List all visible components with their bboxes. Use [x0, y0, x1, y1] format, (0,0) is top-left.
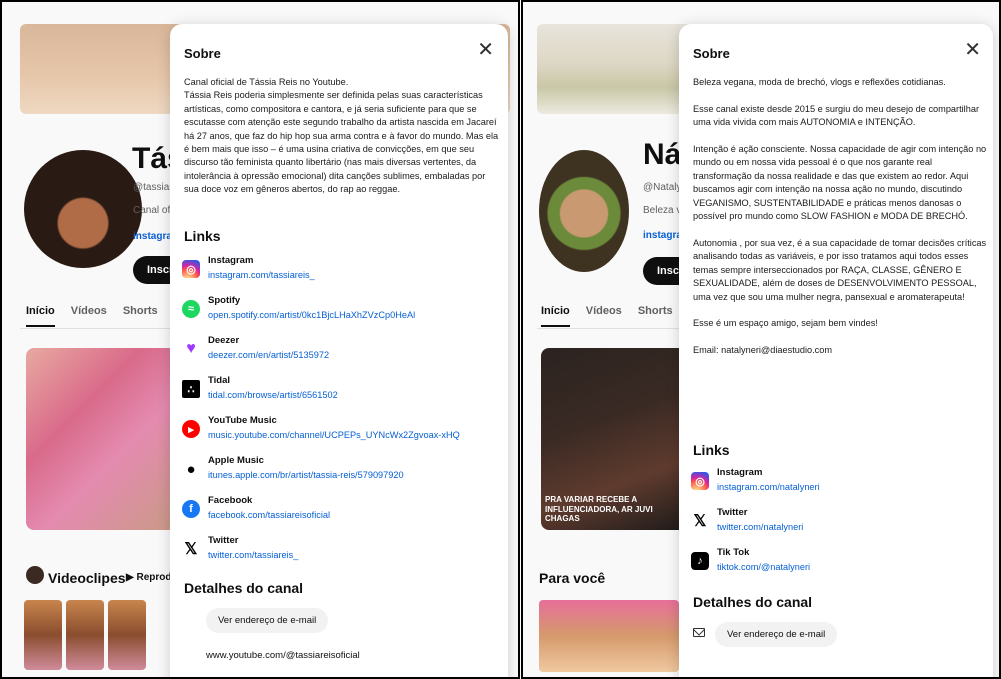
link-url[interactable]: instagram.com/tassiareis_ [208, 267, 315, 283]
link-name: Apple Music [208, 455, 264, 466]
x-twitter-icon: 𝕏 [184, 541, 198, 558]
video-thumbnails [539, 600, 679, 672]
dialog-title: Sobre [693, 46, 730, 61]
video-thumbnails [24, 600, 146, 670]
link-name: Twitter [208, 535, 239, 546]
links-heading: Links [184, 228, 221, 244]
facebook-icon: f [182, 500, 200, 518]
link-item-instagram[interactable]: ◎ Instagram instagram.com/natalyneri [691, 466, 820, 506]
section-title: Videoclipes [48, 570, 126, 586]
link-url[interactable]: itunes.apple.com/br/artist/tassia-reis/5… [208, 467, 404, 483]
channel-tabs: Início Vídeos Shorts Ao [26, 305, 188, 327]
instagram-icon: ◎ [691, 472, 709, 490]
link-name: Twitter [717, 507, 748, 518]
link-name: Instagram [208, 255, 254, 266]
close-icon[interactable]: ✕ [964, 40, 981, 60]
spotify-icon: ≈ [182, 300, 200, 318]
link-item-youtube-music[interactable]: ▸ YouTube Music music.youtube.com/channe… [182, 414, 460, 454]
channel-description-preview[interactable]: Canal ofi [133, 205, 172, 216]
video-thumbnail[interactable] [108, 600, 146, 670]
tab-home[interactable]: Início [541, 305, 570, 327]
link-name: Deezer [208, 335, 240, 346]
tab-shorts[interactable]: Shorts [123, 305, 158, 327]
apple-icon: ● [186, 460, 196, 478]
link-url[interactable]: music.youtube.com/channel/UCPEPs_UYNcWx2… [208, 427, 460, 443]
channel-about-description: Beleza vegana, moda de brechó, vlogs e r… [693, 77, 987, 356]
links-heading: Links [693, 442, 730, 458]
right-screenshot-panel: Nát @NatalyN Beleza ve instagram Inscrev… [521, 0, 1001, 679]
tab-videos[interactable]: Vídeos [586, 305, 622, 327]
view-email-button[interactable]: Ver endereço de e-mail [206, 608, 329, 633]
channel-details-heading: Detalhes do canal [184, 580, 304, 596]
link-name: Tik Tok [717, 547, 750, 558]
youtube-music-icon: ▸ [182, 420, 200, 438]
link-name: Tidal [208, 375, 230, 386]
link-url[interactable]: deezer.com/en/artist/5135972 [208, 347, 329, 363]
link-item-twitter[interactable]: 𝕏 Twitter twitter.com/tassiareis_ [182, 534, 460, 574]
tabs-divider [20, 328, 180, 329]
x-twitter-icon: 𝕏 [693, 513, 707, 530]
links-list: ◎ Instagram instagram.com/tassiareis_ ≈ … [182, 254, 460, 574]
section-avatar [26, 566, 44, 584]
tab-videos[interactable]: Vídeos [71, 305, 107, 327]
link-url[interactable]: facebook.com/tassiareisoficial [208, 507, 330, 523]
tab-shorts[interactable]: Shorts [638, 305, 673, 327]
instagram-icon: ◎ [182, 260, 200, 278]
link-url[interactable]: open.spotify.com/artist/0kc1BjcLHaXhZVzC… [208, 307, 415, 323]
channel-avatar[interactable] [539, 150, 629, 272]
link-item-deezer[interactable]: ♥ Deezer deezer.com/en/artist/5135972 [182, 334, 460, 374]
video-thumbnail[interactable] [539, 600, 679, 672]
link-item-spotify[interactable]: ≈ Spotify open.spotify.com/artist/0kc1Bj… [182, 294, 460, 334]
view-email-button[interactable]: Ver endereço de e-mail [715, 622, 838, 647]
tiktok-icon: ♪ [691, 552, 709, 570]
mail-icon [693, 628, 705, 637]
dialog-title: Sobre [184, 46, 221, 61]
link-name: Spotify [208, 295, 241, 306]
link-url[interactable]: twitter.com/natalyneri [717, 519, 803, 535]
video-caption: PRA VARIAR RECEBE A INFLUENCIADORA, AR J… [545, 495, 653, 524]
link-item-twitter[interactable]: 𝕏 Twitter twitter.com/natalyneri [691, 506, 820, 546]
tabs-divider [537, 328, 687, 329]
link-name: Facebook [208, 495, 253, 506]
left-screenshot-panel: Tás @tassiare Canal ofi instagram Inscre… [0, 0, 520, 679]
link-url[interactable]: tidal.com/browse/artist/6561502 [208, 387, 338, 403]
featured-video[interactable]: PRA VARIAR RECEBE A INFLUENCIADORA, AR J… [541, 348, 689, 530]
link-item-facebook[interactable]: f Facebook facebook.com/tassiareisoficia… [182, 494, 460, 534]
about-dialog: Sobre ✕ Canal oficial de Tássia Reis no … [170, 24, 508, 677]
link-item-instagram[interactable]: ◎ Instagram instagram.com/tassiareis_ [182, 254, 460, 294]
channel-details-heading: Detalhes do canal [693, 594, 813, 610]
video-thumbnail[interactable] [66, 600, 104, 670]
video-thumbnail[interactable] [24, 600, 62, 670]
link-item-tidal[interactable]: ∴ Tidal tidal.com/browse/artist/6561502 [182, 374, 460, 414]
channel-about-description: Canal oficial de Tássia Reis no Youtube.… [184, 77, 499, 195]
about-dialog: Sobre ✕ Beleza vegana, moda de brechó, v… [679, 24, 993, 677]
link-name: Instagram [717, 467, 763, 478]
link-url[interactable]: instagram.com/natalyneri [717, 479, 820, 495]
section-title: Para você [539, 570, 606, 586]
channel-url[interactable]: www.youtube.com/@tassiareisoficial [206, 650, 360, 661]
featured-video[interactable] [26, 348, 176, 530]
channel-avatar[interactable] [24, 150, 142, 268]
deezer-icon: ♥ [186, 340, 196, 357]
close-icon[interactable]: ✕ [477, 40, 494, 60]
link-url[interactable]: twitter.com/tassiareis_ [208, 547, 298, 563]
link-item-tiktok[interactable]: ♪ Tik Tok tiktok.com/@natalyneri [691, 546, 820, 586]
links-list: ◎ Instagram instagram.com/natalyneri 𝕏 T… [691, 466, 820, 586]
link-item-apple-music[interactable]: ● Apple Music itunes.apple.com/br/artist… [182, 454, 460, 494]
tab-home[interactable]: Início [26, 305, 55, 327]
link-url[interactable]: tiktok.com/@natalyneri [717, 559, 810, 575]
link-name: YouTube Music [208, 415, 277, 426]
tidal-icon: ∴ [182, 380, 200, 398]
